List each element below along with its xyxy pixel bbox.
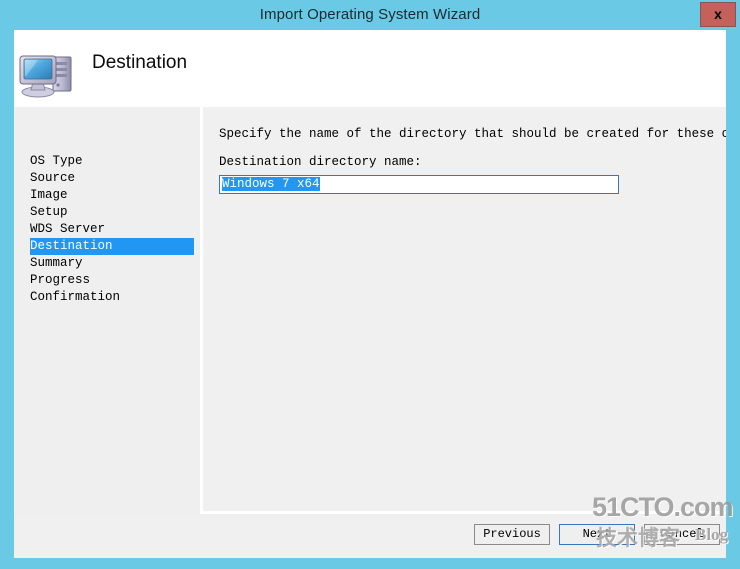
previous-button[interactable]: Previous xyxy=(474,524,550,545)
wizard-window: Import Operating System Wizard x Destina… xyxy=(0,0,740,569)
sidebar-item-confirmation[interactable]: Confirmation xyxy=(14,289,200,306)
cancel-button[interactable]: Cancel xyxy=(644,524,720,545)
sidebar-item-source[interactable]: Source xyxy=(14,170,200,187)
destination-directory-input[interactable]: Windows 7 x64 xyxy=(219,175,619,194)
title-bar: Import Operating System Wizard x xyxy=(0,0,740,30)
sidebar-item-destination[interactable]: Destination xyxy=(30,238,194,255)
computer-icon xyxy=(18,48,80,100)
dialog-header: Destination xyxy=(14,30,726,107)
input-selected-text: Windows 7 x64 xyxy=(222,177,320,191)
sidebar-item-os-type[interactable]: OS Type xyxy=(14,153,200,170)
content-pane: Specify the name of the directory that s… xyxy=(203,107,726,558)
sidebar-item-summary[interactable]: Summary xyxy=(14,255,200,272)
sidebar-item-image[interactable]: Image xyxy=(14,187,200,204)
wizard-steps-list: OS Type Source Image Setup WDS Server De… xyxy=(14,153,200,306)
page-title: Destination xyxy=(92,52,188,73)
dialog-body: OS Type Source Image Setup WDS Server De… xyxy=(14,107,726,558)
destination-directory-label: Destination directory name: xyxy=(219,155,422,169)
sidebar-item-progress[interactable]: Progress xyxy=(14,272,200,289)
sidebar-item-setup[interactable]: Setup xyxy=(14,204,200,221)
close-icon[interactable]: x xyxy=(700,2,736,27)
next-button[interactable]: Next xyxy=(559,524,635,545)
sidebar-item-wds-server[interactable]: WDS Server xyxy=(14,221,200,238)
instruction-text: Specify the name of the directory that s… xyxy=(219,127,726,141)
dialog-client-area: Destination OS Type Source Image Setup W… xyxy=(14,30,726,558)
window-title: Import Operating System Wizard xyxy=(259,6,481,23)
dialog-footer: Previous Next Cancel xyxy=(14,514,726,558)
wizard-steps-sidebar: OS Type Source Image Setup WDS Server De… xyxy=(14,107,200,558)
